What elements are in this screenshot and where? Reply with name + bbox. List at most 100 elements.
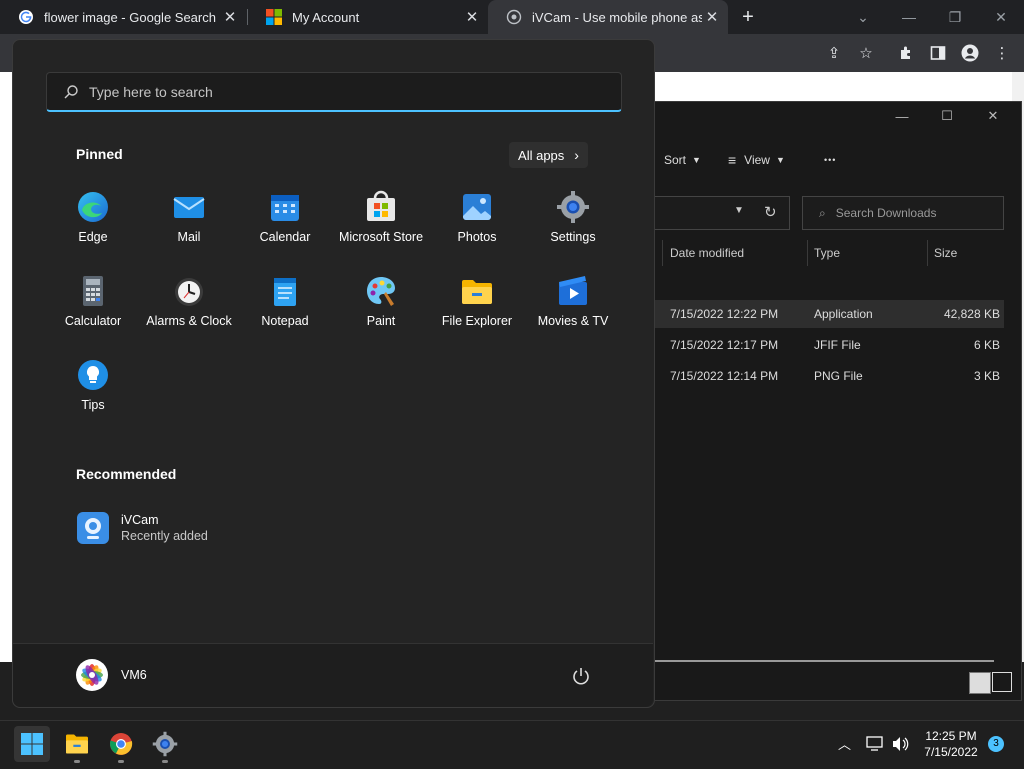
pinned-app-edge[interactable]: Edge bbox=[45, 190, 141, 260]
file-explorer-window bbox=[654, 101, 1022, 701]
view-button[interactable]: ≡ View ▼ bbox=[728, 146, 785, 174]
column-divider[interactable] bbox=[807, 240, 808, 266]
pinned-app-calendar[interactable]: Calendar bbox=[237, 190, 333, 260]
calculator-icon bbox=[83, 276, 103, 306]
address-bar[interactable]: ▼ ↻ bbox=[654, 196, 790, 230]
pinned-app-file-explorer[interactable]: File Explorer bbox=[429, 274, 525, 344]
tab-google-search[interactable]: flower image - Google Search ✕ bbox=[0, 0, 246, 34]
app-label: File Explorer bbox=[441, 314, 513, 328]
taskbar-chrome[interactable] bbox=[103, 726, 139, 762]
user-account-button[interactable]: VM6 bbox=[76, 659, 186, 693]
column-date-modified[interactable]: Date modified bbox=[670, 238, 744, 268]
tiles-view-icon[interactable] bbox=[992, 672, 1012, 692]
browser-restore-button[interactable]: ❐ bbox=[932, 0, 978, 34]
share-icon[interactable]: ⇪ bbox=[823, 42, 845, 64]
file-row[interactable]: 7/15/2022 12:17 PM JFIF File 6 KB bbox=[654, 331, 1004, 359]
pinned-app-tips[interactable]: Tips bbox=[45, 358, 141, 428]
tab-close-icon[interactable]: ✕ bbox=[702, 8, 722, 26]
profile-icon[interactable] bbox=[959, 42, 981, 64]
search-placeholder: Type here to search bbox=[89, 83, 213, 100]
tab-close-icon[interactable]: ✕ bbox=[462, 8, 482, 26]
app-label: Alarms & Clock bbox=[146, 314, 232, 328]
chevron-down-icon[interactable]: ▼ bbox=[734, 205, 744, 216]
store-icon bbox=[367, 190, 395, 221]
explorer-close-button[interactable]: ✕ bbox=[975, 104, 1011, 128]
recommended-item-ivcam[interactable]: iVCam Recently added bbox=[76, 511, 276, 551]
photos-icon bbox=[463, 194, 491, 220]
app-label: Settings bbox=[550, 230, 596, 244]
taskbar-file-explorer[interactable] bbox=[59, 726, 95, 762]
browser-minimize-button[interactable]: — bbox=[886, 0, 932, 34]
tab-close-icon[interactable]: ✕ bbox=[220, 8, 240, 26]
start-search-input[interactable]: Type here to search bbox=[46, 72, 622, 112]
pinned-app-paint[interactable]: Paint bbox=[333, 274, 429, 344]
app-label: Calendar bbox=[259, 230, 311, 244]
pinned-app-photos[interactable]: Photos bbox=[429, 190, 525, 260]
sort-label: Sort bbox=[664, 153, 687, 167]
paint-icon bbox=[367, 277, 395, 306]
pinned-app-settings[interactable]: Settings bbox=[525, 190, 621, 260]
user-name: VM6 bbox=[121, 668, 147, 682]
volume-icon[interactable] bbox=[891, 735, 909, 753]
details-view-icon[interactable] bbox=[969, 672, 991, 694]
chrome-icon bbox=[110, 733, 133, 755]
network-icon[interactable] bbox=[866, 736, 884, 752]
tab-title: My Account bbox=[292, 9, 360, 25]
clock-area[interactable]: 12:25 PM 7/15/2022 bbox=[918, 728, 984, 760]
taskbar-settings[interactable] bbox=[147, 726, 183, 762]
all-apps-label: All apps bbox=[518, 147, 565, 163]
microsoft-logo-icon bbox=[266, 9, 282, 25]
tab-my-account[interactable]: My Account ✕ bbox=[248, 0, 488, 34]
browser-close-button[interactable]: ✕ bbox=[978, 0, 1024, 34]
pinned-app-notepad[interactable]: Notepad bbox=[237, 274, 333, 344]
app-label: Calculator bbox=[64, 314, 122, 328]
file-type: Application bbox=[814, 307, 873, 321]
horizontal-scrollbar[interactable] bbox=[654, 660, 994, 662]
app-label: Paint bbox=[366, 314, 396, 328]
side-panel-icon[interactable] bbox=[927, 42, 949, 64]
mail-icon bbox=[173, 197, 205, 218]
running-indicator bbox=[118, 760, 124, 763]
notepad-icon bbox=[274, 278, 296, 306]
sort-button[interactable]: Sort ▼ bbox=[664, 146, 701, 174]
file-row[interactable]: 7/15/2022 12:22 PM Application 42,828 KB bbox=[654, 300, 1004, 328]
new-tab-button[interactable]: + bbox=[737, 4, 759, 30]
file-date: 7/15/2022 12:14 PM bbox=[670, 369, 779, 383]
explorer-maximize-button[interactable]: ☐ bbox=[929, 104, 965, 128]
running-indicator bbox=[74, 760, 80, 763]
movies-icon bbox=[559, 276, 587, 305]
column-divider[interactable] bbox=[927, 240, 928, 266]
recommended-heading: Recommended bbox=[76, 466, 177, 482]
more-options-button[interactable]: ••• bbox=[824, 146, 836, 174]
extensions-icon[interactable] bbox=[895, 42, 917, 64]
all-apps-button[interactable]: All apps › bbox=[509, 142, 588, 168]
column-divider[interactable] bbox=[662, 240, 663, 266]
file-type: PNG File bbox=[814, 369, 863, 383]
bookmark-star-icon[interactable]: ☆ bbox=[855, 42, 877, 64]
app-label: Edge bbox=[78, 230, 108, 244]
power-button[interactable] bbox=[569, 664, 593, 688]
tab-ivcam[interactable]: iVCam - Use mobile phone as a P ✕ bbox=[488, 0, 728, 34]
column-size[interactable]: Size bbox=[934, 238, 957, 268]
view-list-icon: ≡ bbox=[728, 152, 737, 168]
pinned-app-microsoft-store[interactable]: Microsoft Store bbox=[333, 190, 429, 260]
pinned-app-calculator[interactable]: Calculator bbox=[45, 274, 141, 344]
app-label: Movies & TV bbox=[537, 314, 609, 328]
tab-search-icon[interactable]: ⌄ bbox=[840, 0, 886, 34]
pinned-app-movies-tv[interactable]: Movies & TV bbox=[525, 274, 621, 344]
explorer-minimize-button[interactable]: — bbox=[884, 104, 920, 128]
explorer-search-input[interactable]: ⌕ Search Downloads bbox=[802, 196, 1004, 230]
start-button[interactable] bbox=[14, 726, 50, 762]
pinned-app-alarms-clock[interactable]: Alarms & Clock bbox=[141, 274, 237, 344]
file-row[interactable]: 7/15/2022 12:14 PM PNG File 3 KB bbox=[654, 362, 1004, 390]
column-type[interactable]: Type bbox=[814, 238, 840, 268]
show-hidden-icons-icon[interactable]: ︿ bbox=[838, 734, 851, 753]
folder-icon bbox=[66, 734, 88, 754]
refresh-icon[interactable]: ↻ bbox=[764, 203, 777, 221]
recommended-name: iVCam bbox=[121, 513, 159, 527]
pinned-app-mail[interactable]: Mail bbox=[141, 190, 237, 260]
time-text: 12:25 PM bbox=[925, 729, 977, 743]
notification-badge[interactable]: 3 bbox=[988, 736, 1004, 752]
browser-menu-icon[interactable]: ⋮ bbox=[991, 42, 1013, 64]
file-size: 42,828 KB bbox=[943, 307, 1000, 321]
